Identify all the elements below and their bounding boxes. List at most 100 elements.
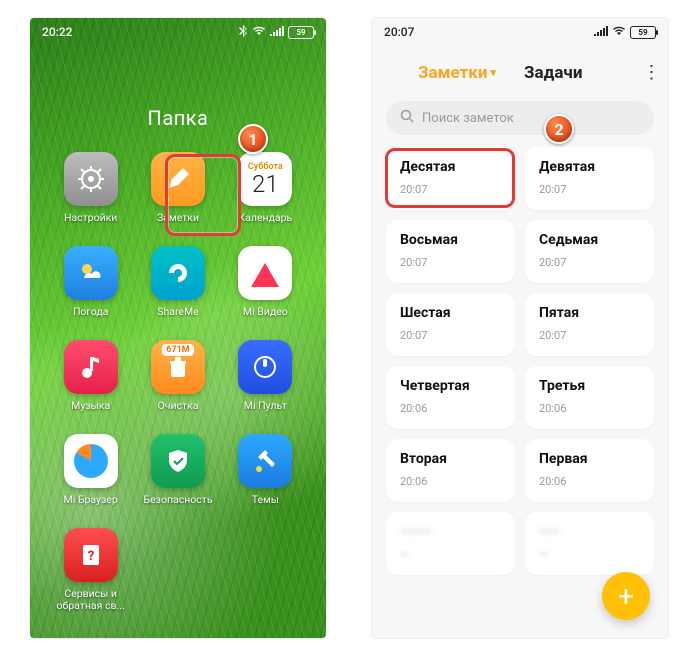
note-time: 20:07 [539, 329, 640, 342]
app-label: ShareMe [157, 306, 199, 318]
app-shareme[interactable]: ShareMe [139, 246, 216, 318]
app-weather[interactable]: Погода [52, 246, 129, 318]
plus-icon: + [618, 580, 634, 613]
tabs: Заметки ▾ Задачи ⋮ [372, 46, 668, 93]
status-bar: 20:22 59 [30, 18, 326, 46]
weather-icon [64, 246, 118, 300]
note-card[interactable]: Четвертая 20:06 [386, 366, 515, 429]
note-time: 20:06 [400, 475, 501, 488]
note-card[interactable]: Десятая 20:07 [386, 147, 515, 210]
calendar-icon: Суббота21 [238, 152, 292, 206]
tab-notes[interactable]: Заметки ▾ [418, 63, 496, 83]
note-title: Первая [539, 451, 640, 467]
note-card[interactable]: Шестая 20:07 [386, 293, 515, 356]
app-label: Заметки [157, 212, 199, 224]
app-video[interactable]: Mi Видео [227, 246, 304, 318]
wifi-icon [252, 25, 266, 39]
tab-tasks[interactable]: Задачи [524, 63, 582, 83]
app-browser[interactable]: Mi Браузер [52, 434, 129, 506]
app-remote[interactable]: Mi Пульт [227, 340, 304, 412]
app-security[interactable]: Безопасность [139, 434, 216, 506]
app-label: Mi Браузер [64, 494, 118, 506]
more-icon[interactable]: ⋮ [638, 58, 664, 87]
chevron-down-icon: ▾ [490, 66, 496, 79]
note-title: Пятая [539, 305, 640, 321]
remote-icon [238, 340, 292, 394]
app-label: Очистка [158, 400, 199, 412]
app-music[interactable]: Музыка [52, 340, 129, 412]
note-time: 20:06 [400, 402, 501, 415]
note-title: Третья [539, 378, 640, 394]
app-label: Сервисы и обратная св... [56, 588, 126, 612]
note-title: Вторая [400, 451, 501, 467]
security-icon [151, 434, 205, 488]
app-label: Mi Пульт [244, 400, 287, 412]
shareme-icon [151, 246, 205, 300]
add-note-button[interactable]: + [602, 572, 650, 620]
note-time: 20:07 [400, 329, 501, 342]
app-settings[interactable]: Настройки [52, 152, 129, 224]
note-time: 20:07 [539, 256, 640, 269]
bluetooth-icon [239, 25, 248, 40]
signal-icon [270, 25, 284, 39]
search-icon [400, 109, 414, 127]
app-label: Темы [252, 494, 279, 506]
phone-notes-app: 20:07 59 Заметки ▾ Задачи ⋮ Поиск замето… [372, 18, 668, 638]
note-card[interactable]: ——— [525, 512, 654, 575]
note-title: Восьмая [400, 232, 501, 248]
notes-list: Десятая20:07Девятая20:07Восьмая20:07Седь… [372, 147, 668, 589]
services-icon: ? [64, 528, 118, 582]
note-card[interactable]: Третья 20:06 [525, 366, 654, 429]
themes-icon [238, 434, 292, 488]
note-title: ——— [400, 524, 501, 540]
note-time: 20:07 [400, 183, 501, 196]
note-card[interactable]: Девятая 20:07 [525, 147, 654, 210]
note-card[interactable]: Первая 20:06 [525, 439, 654, 502]
app-label: Погода [73, 306, 108, 318]
app-grid: Настройки Заметки Суббота21Календарь Погода… [30, 130, 326, 612]
settings-icon [64, 152, 118, 206]
svg-text:?: ? [87, 549, 93, 564]
note-card[interactable]: Пятая 20:07 [525, 293, 654, 356]
app-calendar[interactable]: Суббота21Календарь [227, 152, 304, 224]
app-themes[interactable]: Темы [227, 434, 304, 506]
browser-icon [64, 434, 118, 488]
note-time: 20:07 [400, 256, 501, 269]
signal-icon [594, 25, 608, 39]
status-time: 20:22 [42, 25, 72, 39]
note-time: — [539, 548, 640, 561]
note-card[interactable]: Восьмая 20:07 [386, 220, 515, 283]
wifi-icon [612, 25, 626, 39]
note-time: 20:06 [539, 402, 640, 415]
app-label: Безопасность [143, 494, 212, 506]
note-card[interactable]: Вторая 20:06 [386, 439, 515, 502]
status-bar: 20:07 59 [372, 18, 668, 46]
folder-title: Папка [30, 106, 326, 130]
note-card[interactable]: ———— [386, 512, 515, 575]
phone-home-screen: 20:22 59 Папка Настройки Заметки Суббота21… [30, 18, 326, 638]
app-clean[interactable]: 671M Очистка [139, 340, 216, 412]
app-label: Mi Видео [243, 306, 288, 318]
note-time: — [400, 548, 501, 561]
search-input[interactable]: Поиск заметок [386, 101, 654, 135]
search-placeholder: Поиск заметок [422, 111, 514, 126]
clean-icon: 671M [151, 340, 205, 394]
video-icon [238, 246, 292, 300]
note-title: Четвертая [400, 378, 501, 394]
note-card[interactable]: Седьмая20:07 [525, 220, 654, 283]
app-label: Музыка [71, 400, 110, 412]
battery-icon: 59 [288, 26, 314, 39]
note-title: Десятая [400, 159, 501, 175]
status-time: 20:07 [384, 25, 414, 39]
app-services[interactable]: ? Сервисы и обратная св... [52, 528, 129, 612]
note-title: —— [539, 524, 640, 540]
note-title: Шестая [400, 305, 501, 321]
note-title: Девятая [539, 159, 640, 175]
music-icon [64, 340, 118, 394]
app-notes[interactable]: Заметки [139, 152, 216, 224]
battery-icon: 59 [630, 26, 656, 39]
notes-icon [151, 152, 205, 206]
note-time: 20:06 [539, 475, 640, 488]
note-time: 20:07 [539, 183, 640, 196]
app-label: Настройки [64, 212, 117, 224]
